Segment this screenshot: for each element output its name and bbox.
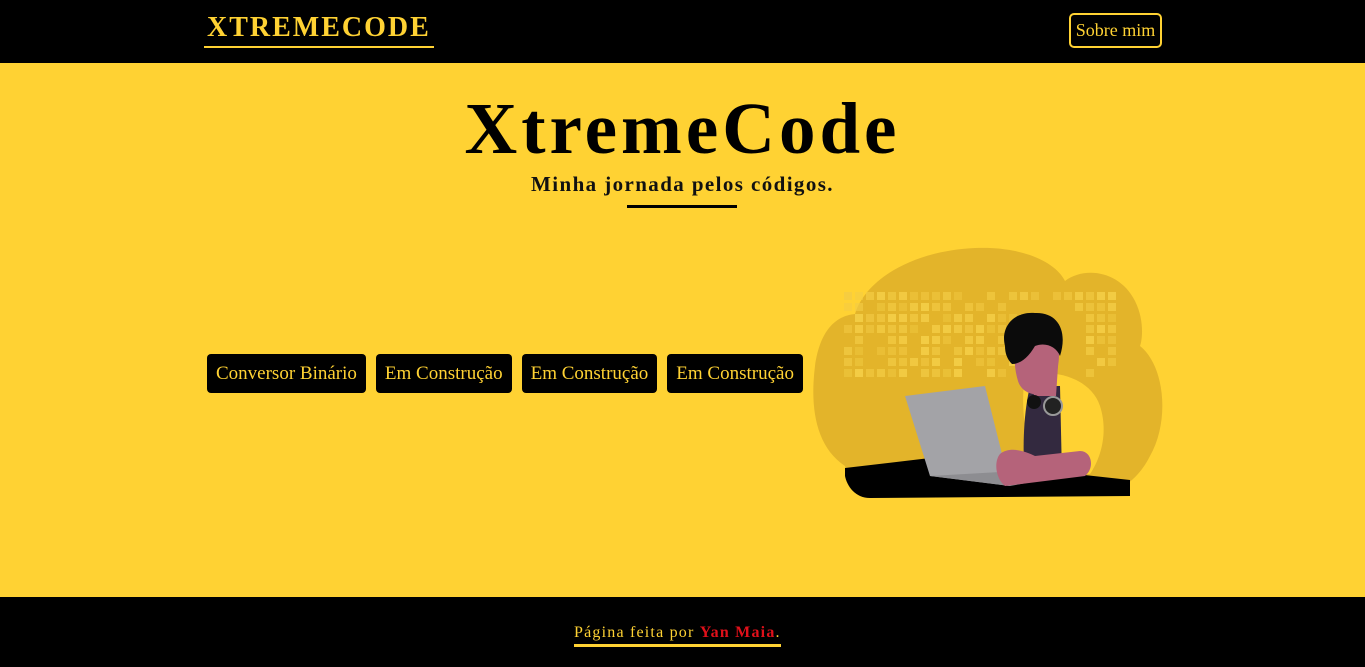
page-title: XtremeCode [464, 88, 901, 169]
author-link[interactable]: Yan Maia [700, 624, 776, 641]
under-construction-button-2[interactable]: Em Construção [521, 354, 658, 393]
under-construction-button-1[interactable]: Em Construção [375, 354, 512, 393]
under-construction-button-3[interactable]: Em Construção [667, 354, 803, 393]
project-buttons: Conversor Binário Em Construção Em Const… [207, 354, 803, 393]
footer-prefix: Página feita por [574, 624, 700, 641]
top-navbar: XTREMECODE Sobre mim [0, 0, 1365, 63]
footer-suffix: . [775, 624, 781, 641]
footer: Página feita por Yan Maia. [0, 597, 1365, 667]
page-subtitle: Minha jornada pelos códigos. [531, 172, 834, 196]
headphones-icon [1043, 396, 1063, 416]
logo-link[interactable]: XTREMECODE [204, 12, 434, 48]
binary-converter-button[interactable]: Conversor Binário [207, 354, 366, 393]
about-me-button[interactable]: Sobre mim [1069, 13, 1162, 48]
person-with-laptop-illustration [813, 247, 1163, 498]
footer-credit: Página feita por Yan Maia. [574, 623, 781, 647]
title-divider [627, 205, 737, 208]
